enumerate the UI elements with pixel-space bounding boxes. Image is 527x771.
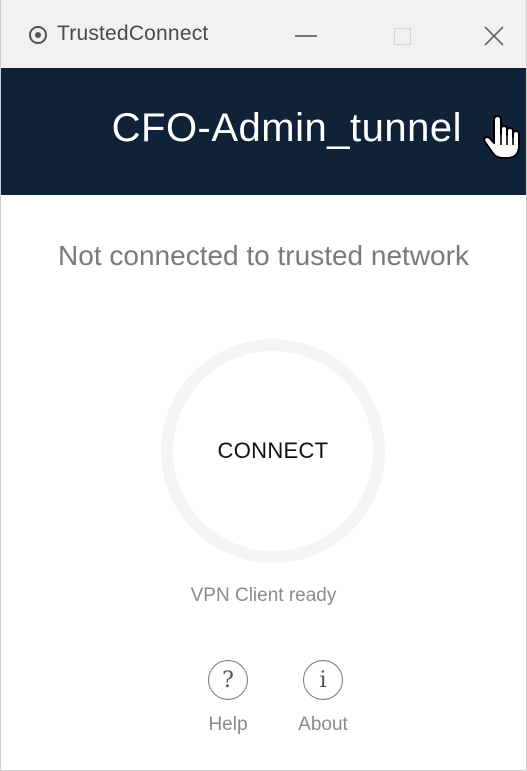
title-bar: TrustedConnect bbox=[1, 0, 526, 68]
close-icon bbox=[484, 26, 504, 46]
connect-button-label: CONNECT bbox=[217, 438, 329, 463]
close-button[interactable] bbox=[471, 14, 517, 58]
question-circle-icon: ? bbox=[208, 660, 248, 700]
info-circle-icon: i bbox=[303, 660, 343, 700]
help-button[interactable]: ? Help bbox=[188, 660, 268, 736]
app-logo-icon bbox=[29, 26, 47, 44]
hand-pointer-cursor-icon bbox=[483, 115, 520, 159]
maximize-icon bbox=[393, 27, 411, 45]
connect-button[interactable]: CONNECT bbox=[161, 339, 385, 563]
app-title: TrustedConnect bbox=[57, 22, 209, 45]
client-status-text: VPN Client ready bbox=[190, 585, 337, 606]
tunnel-name[interactable]: CFO-Admin_tunnel bbox=[112, 106, 462, 151]
tunnel-header: CFO-Admin_tunnel bbox=[1, 68, 526, 195]
maximize-button[interactable] bbox=[379, 14, 425, 58]
help-label: Help bbox=[208, 714, 248, 735]
minimize-button[interactable] bbox=[283, 14, 329, 58]
vpn-client-window: TrustedConnect CFO-Admin_tunnel Not conn… bbox=[0, 0, 527, 771]
minimize-icon bbox=[295, 35, 317, 37]
about-label: About bbox=[298, 714, 348, 735]
network-status-text: Not connected to trusted network bbox=[58, 240, 469, 271]
about-button[interactable]: i About bbox=[283, 660, 363, 736]
